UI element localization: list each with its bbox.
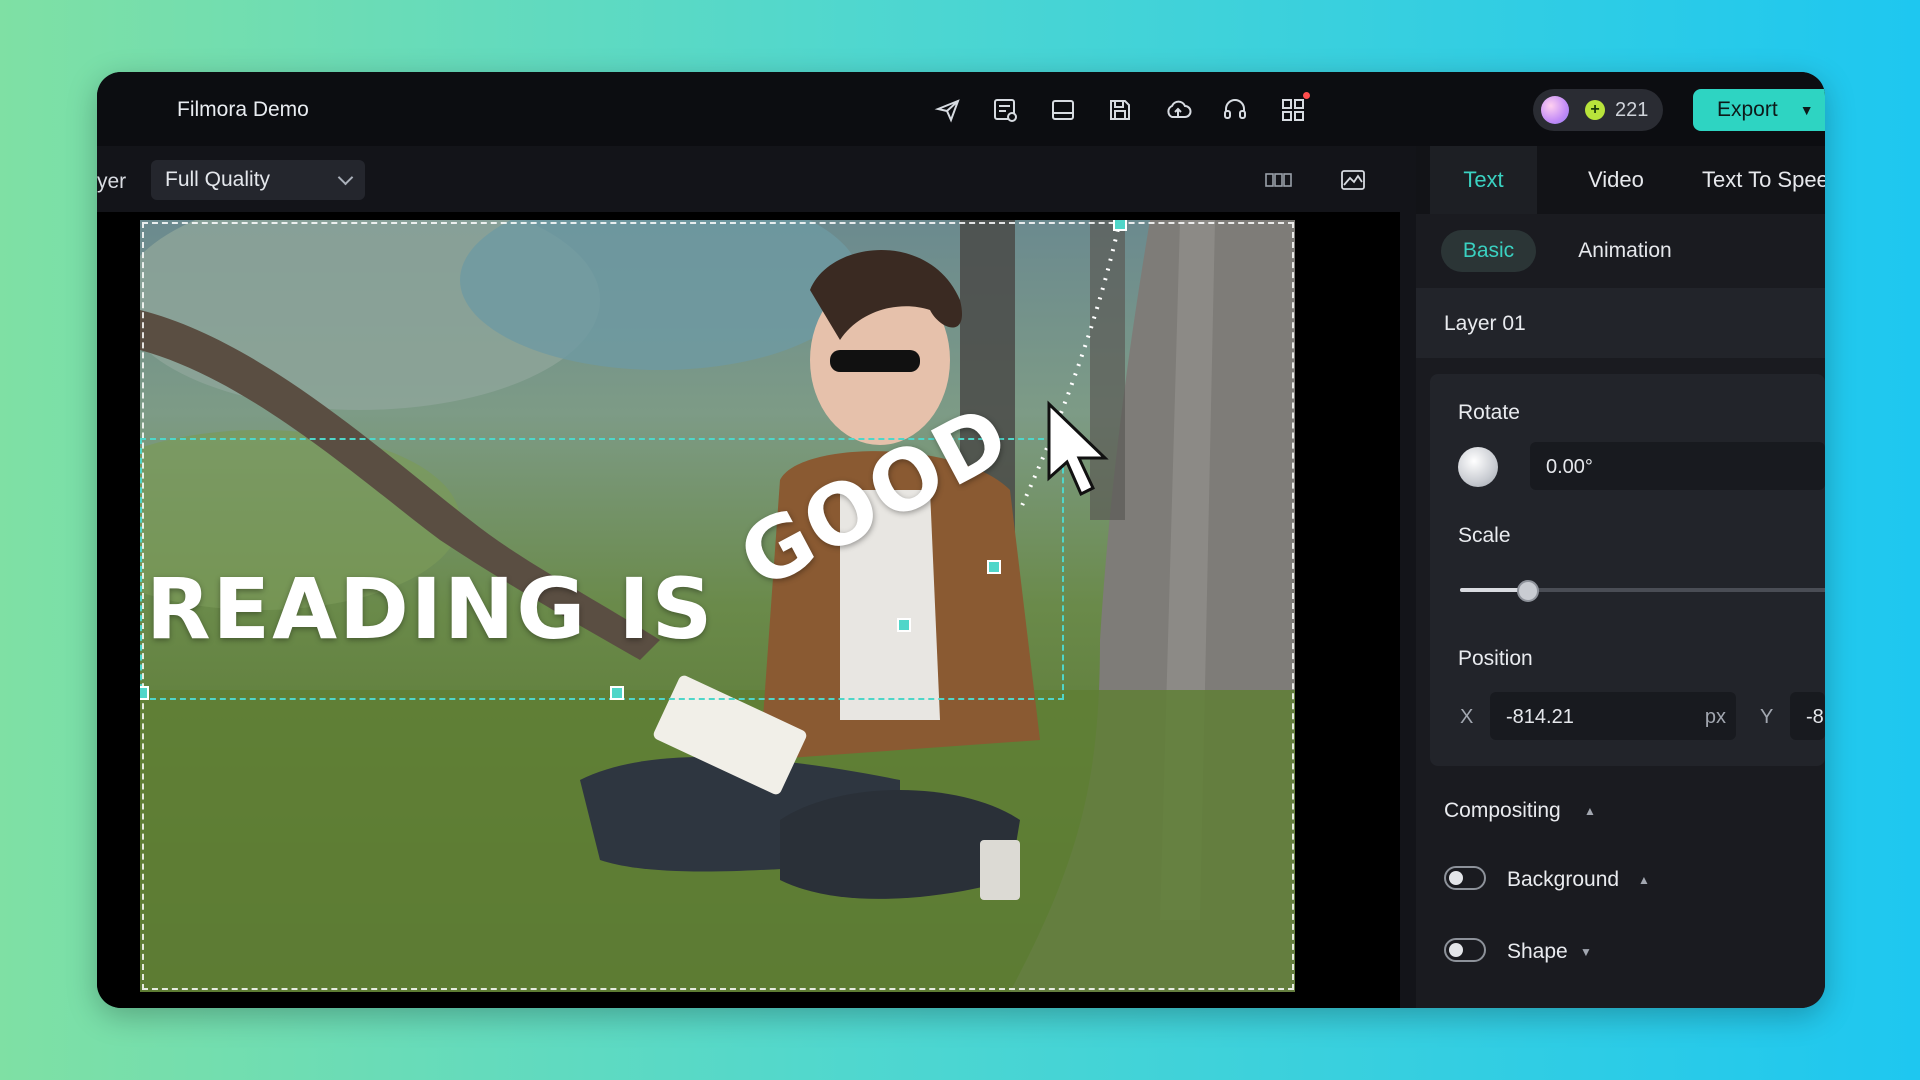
rotate-handle[interactable] [1113,220,1127,231]
compositing-label[interactable]: Compositing [1444,799,1561,823]
transform-card: Rotate 0.00° Scale Position X -814.21 px… [1430,374,1825,766]
title-bar: Filmora Demo + 221 Export ▼ [97,72,1825,146]
position-x-value: -814.21 [1506,706,1574,728]
credit-count: 221 [1615,98,1649,121]
send-icon[interactable] [932,94,964,126]
shape-toggle[interactable] [1444,938,1486,962]
mouse-cursor-icon [1047,400,1109,497]
y-axis-label: Y [1760,706,1774,728]
rotate-input[interactable]: 0.00° [1530,442,1825,490]
save-icon[interactable] [1104,94,1136,126]
layer-row[interactable]: Layer 01 [1416,288,1825,358]
panel-tabs: Text Video Text To Speech [1416,146,1825,214]
export-button[interactable]: Export ▼ [1693,89,1825,131]
shape-label: Shape [1507,940,1568,963]
app-window: Filmora Demo + 221 Export ▼ yer Full Qua… [97,72,1825,1008]
quality-dropdown[interactable]: Full Quality [151,160,365,200]
grid-view-icon[interactable] [1262,164,1294,196]
scale-slider[interactable] [1460,580,1825,602]
px-unit: px [1704,706,1726,728]
avatar[interactable] [1541,96,1569,124]
image-quality-icon[interactable] [1337,164,1369,196]
properties-panel: Text Video Text To Speech Basic Animatio… [1416,146,1825,1008]
rotate-dial[interactable] [1458,447,1498,487]
background-label: Background [1507,868,1620,891]
chevron-up-icon[interactable]: ▲ [1584,804,1596,818]
rotate-label: Rotate [1458,401,1520,424]
position-label: Position [1458,647,1533,670]
credits-pill[interactable]: + 221 [1533,89,1663,131]
subtab-animation[interactable]: Animation [1550,230,1700,272]
tab-text[interactable]: Text [1430,146,1537,214]
position-y-value: -8 [1806,706,1824,728]
subtab-basic[interactable]: Basic [1441,230,1536,272]
notification-dot [1303,92,1310,99]
chevron-up-icon[interactable]: ▲ [1638,873,1650,887]
scale-slider-knob[interactable] [1516,580,1539,602]
layer-name: Layer 01 [1444,312,1526,335]
resize-handle[interactable] [897,618,911,632]
x-axis-label: X [1460,706,1474,728]
apps-grid-icon[interactable] [1277,92,1310,126]
resize-handle[interactable] [610,686,624,700]
chevron-down-icon [337,169,354,186]
rotate-value: 0.00° [1546,456,1593,478]
export-label: Export [1717,98,1778,121]
tab-video[interactable]: Video [1588,146,1644,214]
position-x-input[interactable]: -814.21 px [1490,692,1736,740]
tab-text-to-speech[interactable]: Text To Speech [1702,146,1825,214]
resize-handle[interactable] [140,686,149,700]
project-title: Filmora Demo [177,98,309,121]
video-frame-image[interactable]: READING IS GOOD [140,220,1295,992]
background-toggle[interactable] [1444,866,1486,890]
layout-icon[interactable] [1047,94,1079,126]
chevron-down-icon[interactable]: ▼ [1580,945,1592,959]
coin-icon: + [1585,100,1605,120]
layer-label: yer [97,170,127,193]
subtitles-icon[interactable] [989,94,1021,126]
headset-icon[interactable] [1219,94,1251,126]
resize-handle[interactable] [987,560,1001,574]
quality-value: Full Quality [165,168,271,191]
cloud-upload-icon[interactable] [1162,94,1194,126]
chevron-down-icon[interactable]: ▼ [1800,102,1814,118]
scale-label: Scale [1458,524,1511,547]
position-y-input[interactable]: -8 [1790,692,1825,740]
